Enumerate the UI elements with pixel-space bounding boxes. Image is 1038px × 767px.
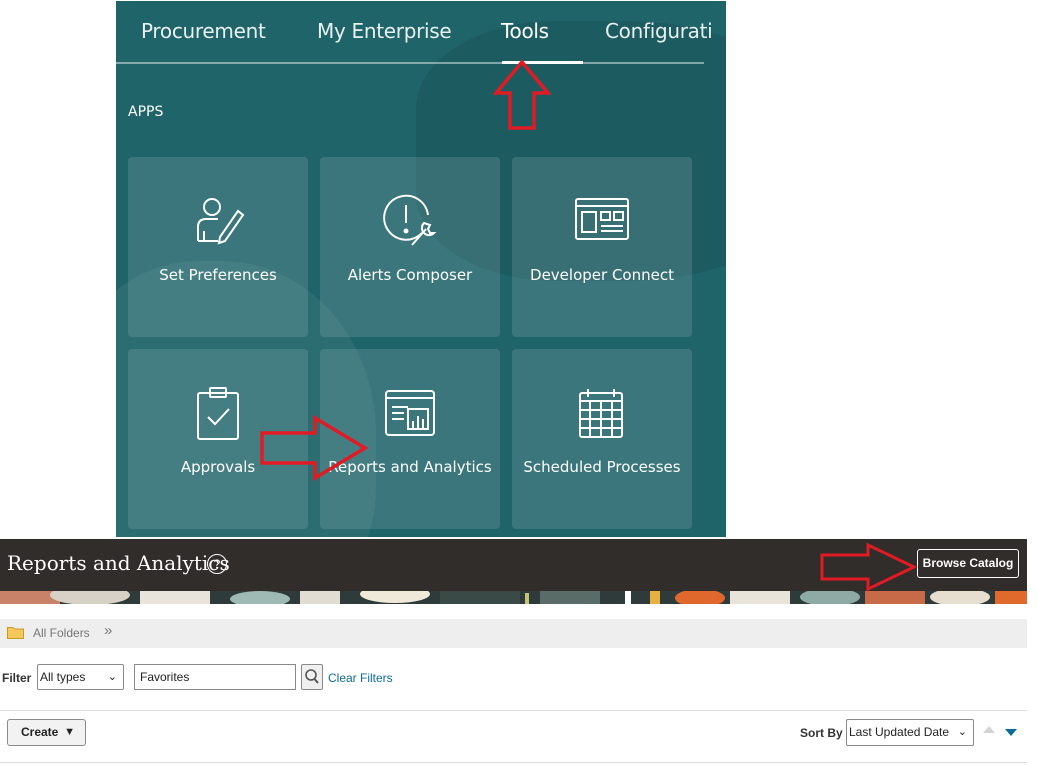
create-label: Create <box>21 725 59 739</box>
tab-tools[interactable]: Tools <box>501 19 549 43</box>
sort-by-label: Sort By <box>800 726 843 740</box>
calendar-grid-icon <box>579 389 623 438</box>
alert-wrench-icon <box>383 194 437 246</box>
annotation-arrow-right-icon <box>820 543 918 591</box>
help-icon[interactable]: ? <box>207 554 227 574</box>
create-button[interactable]: Create ▼ <box>7 719 86 746</box>
divider <box>0 710 1027 711</box>
springboard-panel: Procurement My Enterprise Tools Configur… <box>116 1 726 537</box>
tile-scheduled-processes[interactable]: Scheduled Processes <box>512 349 692 529</box>
page-title: Reports and Analytics <box>7 551 230 575</box>
decorative-banner <box>0 591 1027 604</box>
clear-filters-link[interactable]: Clear Filters <box>328 671 393 685</box>
sort-ascending-icon[interactable] <box>983 726 995 733</box>
tab-my-enterprise[interactable]: My Enterprise <box>317 19 452 43</box>
filter-label: Filter <box>2 671 32 685</box>
sort-descending-icon[interactable] <box>1005 729 1017 736</box>
nav-divider <box>116 62 704 64</box>
sort-by-select[interactable]: Last Updated Date ⌄ <box>846 719 974 746</box>
search-button[interactable] <box>301 664 323 690</box>
tab-configuration[interactable]: Configurati <box>605 19 713 43</box>
filter-input[interactable]: Favorites <box>134 664 296 690</box>
divider <box>0 762 1027 763</box>
sort-by-value: Last Updated Date <box>849 725 950 739</box>
tile-set-preferences[interactable]: Set Preferences <box>128 157 308 337</box>
tile-label: Set Preferences <box>159 266 277 284</box>
search-icon <box>305 669 319 684</box>
chevron-down-icon: ⌄ <box>107 671 117 683</box>
browser-window-icon <box>575 198 629 240</box>
browse-catalog-button[interactable]: Browse Catalog <box>917 549 1019 578</box>
caret-down-icon: ▼ <box>64 726 75 738</box>
type-select-value: All types <box>40 670 86 684</box>
folder-icon <box>7 627 24 639</box>
report-chart-icon <box>385 390 435 436</box>
tile-label: Alerts Composer <box>347 266 473 284</box>
tile-developer-connect[interactable]: Developer Connect <box>512 157 692 337</box>
breadcrumb: All Folders » <box>0 619 1027 648</box>
tile-alerts-composer[interactable]: Alerts Composer <box>320 157 500 337</box>
clipboard-check-icon <box>197 387 239 440</box>
chevron-down-icon: ⌄ <box>957 726 967 738</box>
breadcrumb-all-folders[interactable]: All Folders <box>33 626 90 640</box>
chevron-double-right-icon[interactable]: » <box>104 622 112 639</box>
tab-procurement[interactable]: Procurement <box>141 19 266 43</box>
type-select[interactable]: All types ⌄ <box>37 664 124 690</box>
apps-section-label: APPS <box>128 104 164 120</box>
person-pencil-icon <box>197 198 245 245</box>
annotation-arrow-up-icon <box>493 59 551 130</box>
annotation-arrow-right-icon <box>260 415 369 481</box>
tile-label: Scheduled Processes <box>523 458 681 476</box>
banner-pattern <box>0 591 1027 604</box>
tile-label: Developer Connect <box>530 266 674 284</box>
